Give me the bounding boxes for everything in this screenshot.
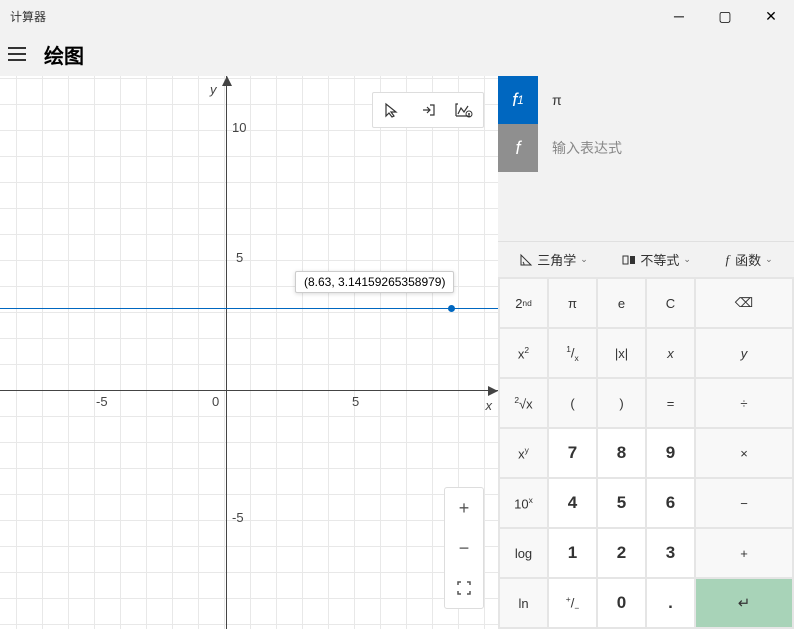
zoom-controls: + −: [444, 487, 484, 609]
function-icon: f: [726, 252, 730, 268]
hamburger-menu-icon[interactable]: [8, 43, 32, 65]
key-pi[interactable]: π: [549, 279, 596, 327]
key-3[interactable]: 3: [647, 529, 694, 577]
graph-canvas[interactable]: y x 0 -5 5 10 5 -5 (8.63, 3.141592653589…: [0, 76, 498, 629]
key-ln[interactable]: ln: [500, 579, 547, 627]
zoom-fit-button[interactable]: [445, 568, 483, 608]
x-tick: 5: [352, 394, 359, 409]
expression-input-placeholder[interactable]: 输入表达式: [538, 124, 794, 172]
key-minus[interactable]: −: [696, 479, 792, 527]
key-plus[interactable]: +: [696, 529, 792, 577]
key-0[interactable]: 0: [598, 579, 645, 627]
category-inequality[interactable]: 不等式⌄: [622, 250, 691, 269]
key-sign[interactable]: +/−: [549, 579, 596, 627]
zoom-in-button[interactable]: +: [445, 488, 483, 528]
key-8[interactable]: 8: [598, 429, 645, 477]
function-badge-f1[interactable]: f1: [498, 76, 538, 124]
grid: [0, 76, 498, 629]
trace-tooltip: (8.63, 3.14159265358979): [295, 271, 454, 293]
expression-value-1[interactable]: π: [538, 76, 794, 124]
inequality-icon: [622, 255, 636, 265]
minimize-button[interactable]: ─: [656, 0, 702, 32]
graph-settings-icon[interactable]: [447, 95, 481, 125]
key-backspace[interactable]: ⌫: [696, 279, 792, 327]
key-x-squared[interactable]: x2: [500, 329, 547, 377]
key-multiply[interactable]: ×: [696, 429, 792, 477]
key-var-y[interactable]: y: [696, 329, 792, 377]
zoom-out-button[interactable]: −: [445, 528, 483, 568]
right-panel: f1 π f 输入表达式 三角学⌄ 不等式⌄ f: [498, 76, 794, 629]
x-axis-label: x: [486, 398, 493, 413]
trace-cursor-icon[interactable]: [375, 95, 409, 125]
origin-label: 0: [212, 394, 219, 409]
key-sqrt[interactable]: 2√x: [500, 379, 547, 427]
key-rparen[interactable]: ): [598, 379, 645, 427]
share-icon[interactable]: [411, 95, 445, 125]
key-divide[interactable]: ÷: [696, 379, 792, 427]
key-2nd[interactable]: 2nd: [500, 279, 547, 327]
y-axis-arrow-icon: [222, 76, 232, 86]
y-tick: 10: [232, 120, 246, 135]
key-x-pow-y[interactable]: xy: [500, 429, 547, 477]
graph-toolbar: [372, 92, 484, 128]
key-9[interactable]: 9: [647, 429, 694, 477]
page-title: 绘图: [44, 40, 84, 69]
key-var-x[interactable]: x: [647, 329, 694, 377]
expression-row-1[interactable]: f1 π: [498, 76, 794, 124]
angle-icon: [519, 253, 533, 267]
key-log[interactable]: log: [500, 529, 547, 577]
key-dot[interactable]: .: [647, 579, 694, 627]
key-7[interactable]: 7: [549, 429, 596, 477]
maximize-button[interactable]: ▢: [702, 0, 748, 32]
trace-point: [448, 305, 455, 312]
y-tick: -5: [232, 510, 244, 525]
y-axis-label: y: [210, 82, 217, 97]
key-clear[interactable]: C: [647, 279, 694, 327]
expression-row-add[interactable]: f 输入表达式: [498, 124, 794, 172]
window-title: 计算器: [10, 8, 46, 25]
y-axis: [226, 76, 227, 629]
key-lparen[interactable]: (: [549, 379, 596, 427]
key-e[interactable]: e: [598, 279, 645, 327]
y-tick: 5: [236, 250, 243, 265]
key-1[interactable]: 1: [549, 529, 596, 577]
function-line: [0, 308, 498, 309]
key-6[interactable]: 6: [647, 479, 694, 527]
category-function[interactable]: f 函数⌄: [726, 250, 773, 269]
x-axis-arrow-icon: [488, 386, 498, 396]
category-trig[interactable]: 三角学⌄: [519, 250, 588, 269]
x-axis: [0, 390, 498, 391]
key-enter[interactable]: ↵: [696, 579, 792, 627]
key-10-pow-x[interactable]: 10x: [500, 479, 547, 527]
key-reciprocal[interactable]: 1/x: [549, 329, 596, 377]
close-button[interactable]: ✕: [748, 0, 794, 32]
keypad: 2nd π e C ⌫ x2 1/x |x| x y 2√x ( ) = ÷ x…: [498, 277, 794, 629]
key-abs[interactable]: |x|: [598, 329, 645, 377]
key-equals[interactable]: =: [647, 379, 694, 427]
key-2[interactable]: 2: [598, 529, 645, 577]
key-5[interactable]: 5: [598, 479, 645, 527]
function-badge-add[interactable]: f: [498, 124, 538, 172]
category-bar: 三角学⌄ 不等式⌄ f 函数⌄: [498, 241, 794, 277]
x-tick: -5: [96, 394, 108, 409]
key-4[interactable]: 4: [549, 479, 596, 527]
